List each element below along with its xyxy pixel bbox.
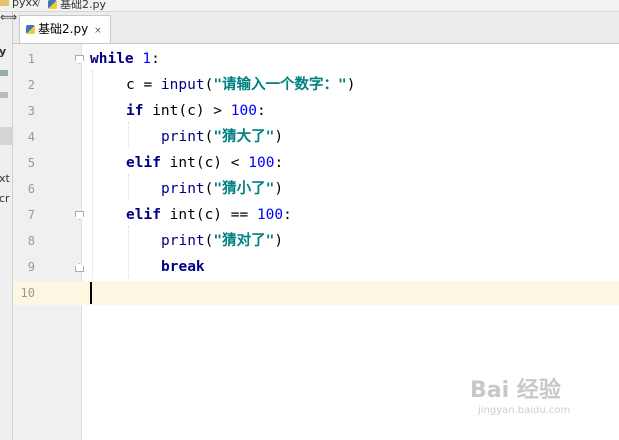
- watermark-url: jingyan.baidu.com: [478, 405, 571, 416]
- text-caret: [90, 282, 92, 304]
- line-number: 4: [27, 130, 35, 144]
- line-number: 8: [27, 234, 35, 248]
- python-file-icon: [48, 0, 57, 9]
- sidebar-selected-row[interactable]: [0, 127, 12, 145]
- sidebar-icon: [0, 70, 8, 76]
- line-number: 10: [20, 286, 35, 300]
- code-line-3[interactable]: if int(c) > 100:: [126, 98, 266, 124]
- code-line-2[interactable]: c = input("请输入一个数字："): [126, 72, 356, 98]
- current-line-highlight: [13, 281, 619, 305]
- navigation-bar: pyxx / 基础2.py: [0, 0, 619, 12]
- close-icon[interactable]: ×: [94, 18, 102, 44]
- line-number: 2: [27, 78, 35, 92]
- folder-icon: [0, 0, 9, 6]
- code-line-5[interactable]: elif int(c) < 100:: [126, 150, 283, 176]
- sidebar-icon: [0, 92, 8, 98]
- indent-guide: [128, 226, 129, 278]
- watermark-logo: Bai 经验: [470, 378, 561, 403]
- line-number: 3: [27, 104, 35, 118]
- breadcrumb-separator: /: [37, 0, 41, 9]
- line-number: 6: [27, 182, 35, 196]
- code-line-7[interactable]: elif int(c) == 100:: [126, 202, 292, 228]
- python-file-icon: [26, 25, 35, 34]
- tab-jichu2[interactable]: 基础2.py ×: [19, 15, 111, 43]
- project-sidebar[interactable]: y xt cr: [0, 12, 13, 440]
- code-line-1[interactable]: while 1:: [90, 46, 160, 72]
- line-number: 9: [27, 260, 35, 274]
- line-number: 1: [27, 52, 35, 66]
- indent-guide: [128, 174, 129, 200]
- editor-tab-bar: 基础2.py ×: [13, 12, 619, 44]
- tab-label: 基础2.py: [38, 22, 89, 36]
- breadcrumb-file[interactable]: 基础2.py: [48, 0, 106, 11]
- resize-handle-icon[interactable]: ⟺: [0, 11, 17, 23]
- breadcrumb-project[interactable]: pyxx: [0, 0, 39, 9]
- indent-guide: [92, 70, 93, 278]
- sidebar-fragment: xt: [0, 172, 10, 185]
- code-line-9[interactable]: break: [161, 254, 205, 280]
- sidebar-fragment: cr: [0, 192, 10, 205]
- code-line-8[interactable]: print("猜对了"): [161, 228, 283, 254]
- line-number: 7: [27, 208, 35, 222]
- code-line-6[interactable]: print("猜小了"): [161, 176, 283, 202]
- code-line-4[interactable]: print("猜大了"): [161, 124, 283, 150]
- line-number: 5: [27, 156, 35, 170]
- indent-guide: [128, 122, 129, 148]
- sidebar-fragment: y: [0, 45, 6, 58]
